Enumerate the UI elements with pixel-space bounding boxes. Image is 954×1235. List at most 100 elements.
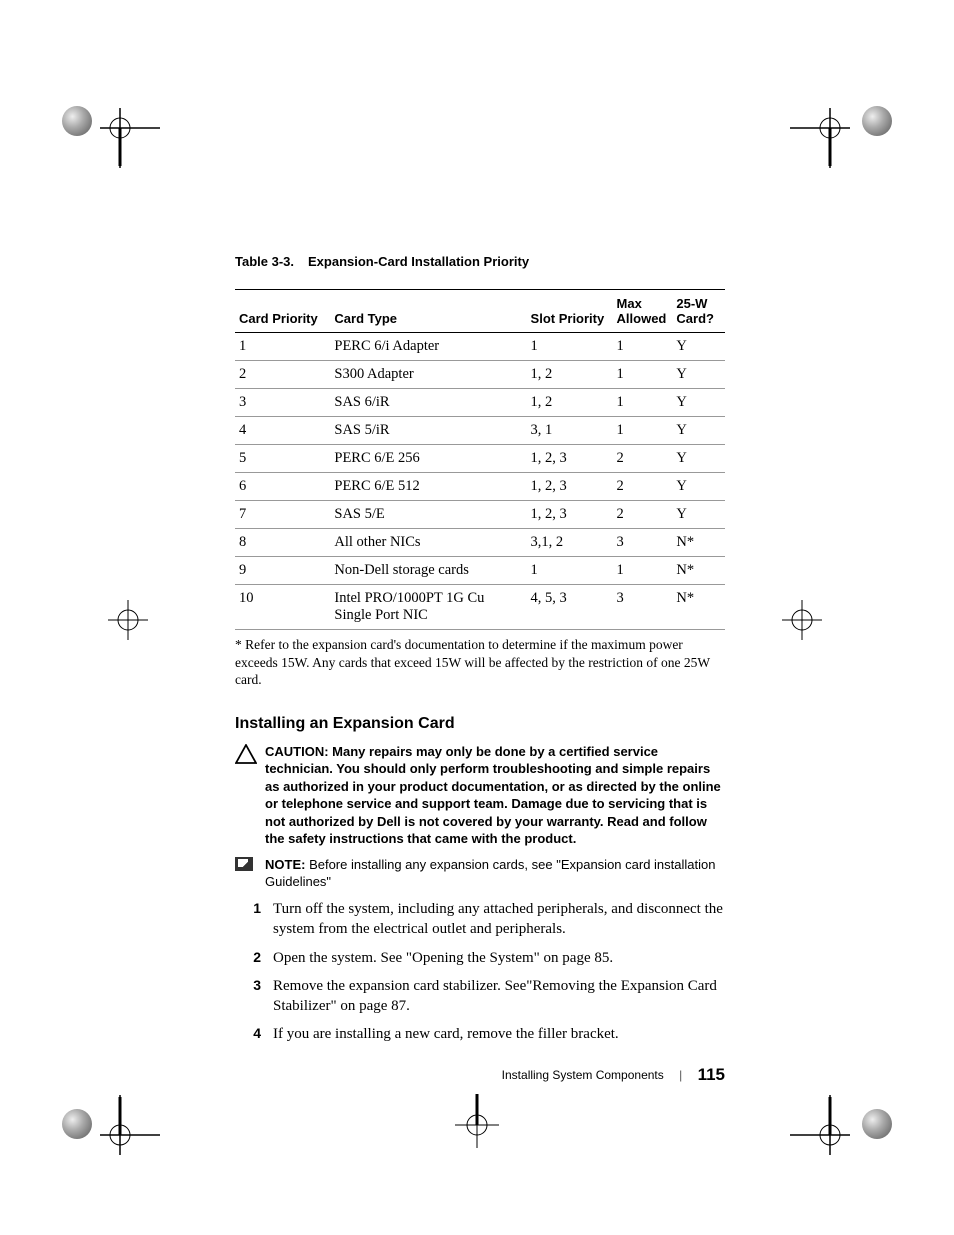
page-footer: Installing System Components | 115 <box>235 1065 725 1085</box>
cell-w25: Y <box>672 333 725 361</box>
table-footnote: * Refer to the expansion card's document… <box>235 636 725 689</box>
cell-w25: N* <box>672 557 725 585</box>
cell-priority: 2 <box>235 361 330 389</box>
note-icon <box>235 856 265 876</box>
registration-mark-icon <box>782 600 842 660</box>
cell-type: SAS 5/iR <box>330 417 526 445</box>
cell-max: 3 <box>613 585 673 630</box>
table-title: Expansion-Card Installation Priority <box>308 254 529 269</box>
cell-slot: 1, 2, 3 <box>527 445 613 473</box>
cell-max: 1 <box>613 417 673 445</box>
cell-w25: N* <box>672 529 725 557</box>
step-item: If you are installing a new card, remove… <box>235 1024 725 1044</box>
registration-mark-icon <box>790 108 850 168</box>
cell-priority: 9 <box>235 557 330 585</box>
cell-slot: 1, 2, 3 <box>527 473 613 501</box>
cell-slot: 1 <box>527 333 613 361</box>
cell-type: PERC 6/i Adapter <box>330 333 526 361</box>
cell-slot: 1, 2 <box>527 389 613 417</box>
footer-page-number: 115 <box>698 1065 725 1084</box>
print-ball-icon <box>862 1109 892 1139</box>
cell-priority: 6 <box>235 473 330 501</box>
table-row: 3SAS 6/iR1, 21Y <box>235 389 725 417</box>
th-slot-priority: Slot Priority <box>527 290 613 333</box>
cell-type: SAS 6/iR <box>330 389 526 417</box>
cell-max: 2 <box>613 473 673 501</box>
page-body: Table 3-3. Expansion-Card Installation Pr… <box>235 254 725 1045</box>
cell-type: All other NICs <box>330 529 526 557</box>
table-row: 2S300 Adapter1, 21Y <box>235 361 725 389</box>
table-row: 5PERC 6/E 2561, 2, 32Y <box>235 445 725 473</box>
registration-mark-icon <box>100 1095 160 1155</box>
table-row: 1PERC 6/i Adapter11Y <box>235 333 725 361</box>
table-row: 10Intel PRO/1000PT 1G Cu Single Port NIC… <box>235 585 725 630</box>
table-row: 6PERC 6/E 5121, 2, 32Y <box>235 473 725 501</box>
steps-list: Turn off the system, including any attac… <box>235 899 725 1045</box>
table-caption: Table 3-3. Expansion-Card Installation Pr… <box>235 254 725 269</box>
footer-chapter: Installing System Components <box>502 1068 664 1082</box>
cell-priority: 1 <box>235 333 330 361</box>
table-number: Table 3-3. <box>235 254 294 269</box>
cell-type: PERC 6/E 256 <box>330 445 526 473</box>
registration-mark-icon <box>100 108 160 168</box>
th-card-priority: Card Priority <box>235 290 330 333</box>
note-text: Before installing any expansion cards, s… <box>265 857 715 890</box>
cell-max: 1 <box>613 389 673 417</box>
expansion-card-priority-table: Card Priority Card Type Slot Priority Ma… <box>235 289 725 630</box>
step-item: Remove the expansion card stabilizer. Se… <box>235 976 725 1017</box>
cell-type: Intel PRO/1000PT 1G Cu Single Port NIC <box>330 585 526 630</box>
caution-block: CAUTION: Many repairs may only be done b… <box>235 743 725 848</box>
note-label: NOTE: <box>265 857 309 872</box>
cell-max: 1 <box>613 557 673 585</box>
cell-priority: 4 <box>235 417 330 445</box>
cell-w25: Y <box>672 389 725 417</box>
caution-icon <box>235 743 265 769</box>
cell-type: S300 Adapter <box>330 361 526 389</box>
cell-priority: 7 <box>235 501 330 529</box>
cell-max: 2 <box>613 445 673 473</box>
print-ball-icon <box>62 1109 92 1139</box>
cell-w25: Y <box>672 501 725 529</box>
cell-slot: 3,1, 2 <box>527 529 613 557</box>
cell-w25: Y <box>672 473 725 501</box>
registration-mark-icon <box>108 600 168 660</box>
cell-max: 2 <box>613 501 673 529</box>
cell-max: 1 <box>613 361 673 389</box>
cell-max: 3 <box>613 529 673 557</box>
cell-slot: 1 <box>527 557 613 585</box>
cell-slot: 4, 5, 3 <box>527 585 613 630</box>
cell-max: 1 <box>613 333 673 361</box>
caution-text: Many repairs may only be done by a certi… <box>265 744 721 847</box>
print-ball-icon <box>62 106 92 136</box>
table-row: 9Non-Dell storage cards11N* <box>235 557 725 585</box>
cell-priority: 5 <box>235 445 330 473</box>
cell-type: SAS 5/E <box>330 501 526 529</box>
cell-priority: 10 <box>235 585 330 630</box>
cell-type: PERC 6/E 512 <box>330 473 526 501</box>
cell-type: Non-Dell storage cards <box>330 557 526 585</box>
print-ball-icon <box>862 106 892 136</box>
step-item: Open the system. See "Opening the System… <box>235 948 725 968</box>
cell-slot: 3, 1 <box>527 417 613 445</box>
cell-w25: N* <box>672 585 725 630</box>
th-max-allowed: Max Allowed <box>613 290 673 333</box>
footer-divider: | <box>679 1068 682 1082</box>
registration-mark-icon <box>790 1095 850 1155</box>
cell-slot: 1, 2, 3 <box>527 501 613 529</box>
cell-slot: 1, 2 <box>527 361 613 389</box>
cell-w25: Y <box>672 445 725 473</box>
step-item: Turn off the system, including any attac… <box>235 899 725 940</box>
table-row: 8All other NICs3,1, 23N* <box>235 529 725 557</box>
cell-w25: Y <box>672 417 725 445</box>
caution-label: CAUTION: <box>265 744 332 759</box>
th-card-type: Card Type <box>330 290 526 333</box>
table-row: 7SAS 5/E1, 2, 32Y <box>235 501 725 529</box>
section-heading: Installing an Expansion Card <box>235 715 725 733</box>
registration-mark-icon <box>447 1090 507 1150</box>
cell-priority: 3 <box>235 389 330 417</box>
table-row: 4SAS 5/iR3, 11Y <box>235 417 725 445</box>
th-25w-card: 25-W Card? <box>672 290 725 333</box>
cell-priority: 8 <box>235 529 330 557</box>
cell-w25: Y <box>672 361 725 389</box>
note-block: NOTE: Before installing any expansion ca… <box>235 856 725 891</box>
